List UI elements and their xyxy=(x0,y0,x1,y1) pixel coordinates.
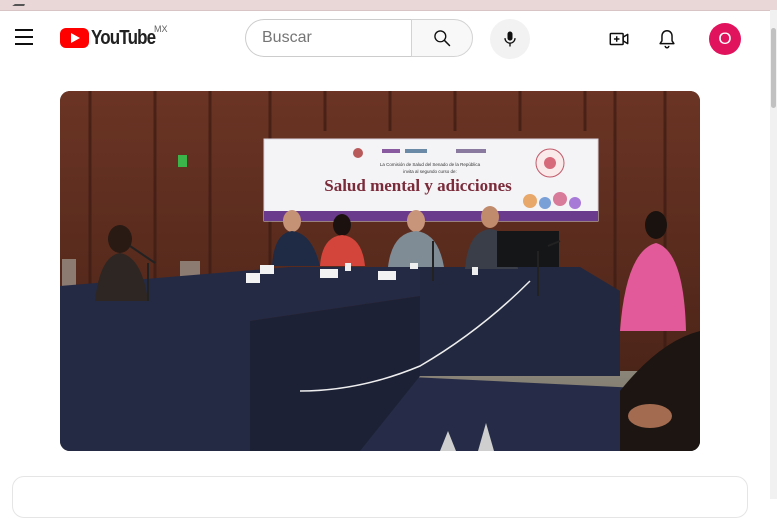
video-player[interactable]: La Comisión de Salud del Senado de la Re… xyxy=(60,91,700,451)
browser-top-strip xyxy=(0,0,777,11)
masthead: YouTube MX O xyxy=(0,11,770,67)
search-input[interactable] xyxy=(245,19,411,57)
microphone-icon xyxy=(504,31,516,47)
banner-title: Salud mental y adicciones xyxy=(324,176,512,195)
video-frame: La Comisión de Salud del Senado de la Re… xyxy=(60,91,700,451)
browser-check-icon xyxy=(12,0,28,6)
search-button[interactable] xyxy=(411,19,473,57)
voice-search-button[interactable] xyxy=(490,19,530,59)
scrollbar-thumb[interactable] xyxy=(771,28,776,108)
search-icon xyxy=(434,30,451,47)
youtube-logo[interactable]: YouTube xyxy=(60,26,167,50)
logo-text: YouTube xyxy=(91,26,156,49)
page-scrollbar[interactable] xyxy=(770,10,777,499)
account-avatar[interactable]: O xyxy=(709,23,741,55)
banner-small-text: invita al segundo curso de: xyxy=(403,169,457,174)
banner-small-text: La Comisión de Salud del Senado de la Re… xyxy=(380,162,481,167)
create-video-icon xyxy=(609,32,629,46)
create-button[interactable] xyxy=(599,19,639,59)
notifications-button[interactable] xyxy=(647,19,687,59)
menu-button[interactable] xyxy=(6,19,42,55)
hamburger-line xyxy=(15,43,33,45)
hamburger-line xyxy=(15,36,33,38)
bell-icon xyxy=(659,30,675,49)
youtube-play-icon xyxy=(60,28,89,48)
country-code: MX xyxy=(154,24,168,34)
video-info-card xyxy=(12,476,748,518)
search-box xyxy=(245,19,473,57)
hamburger-line xyxy=(15,29,33,31)
